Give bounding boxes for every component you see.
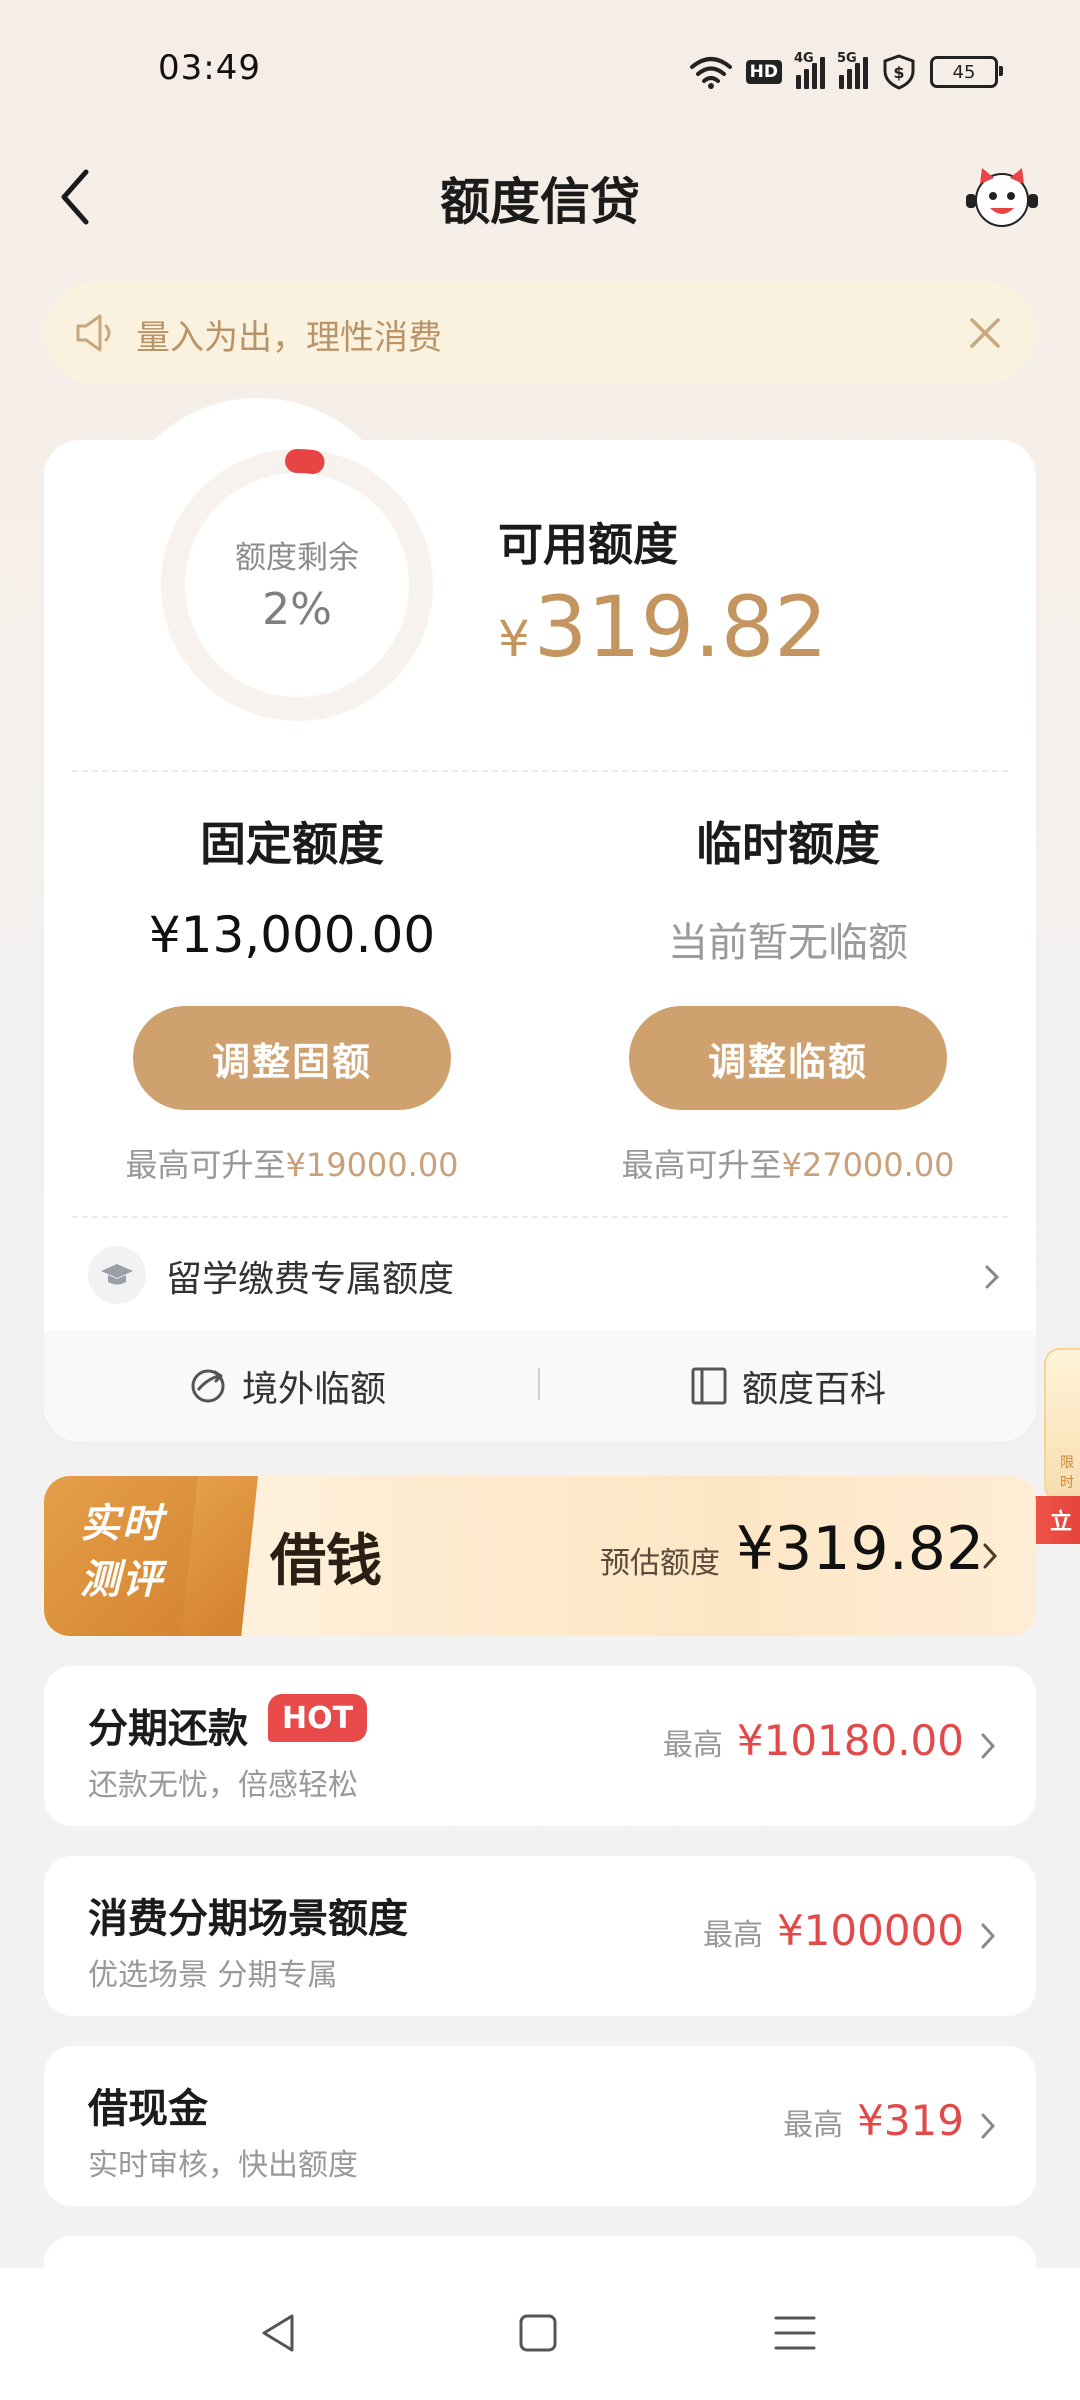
- status-icons: HD 4G 5G $ 45: [689, 50, 1003, 94]
- graduation-cap-icon: [88, 1246, 146, 1304]
- study-abroad-row[interactable]: 留学缴费专属额度: [44, 1228, 1036, 1324]
- chevron-right-icon: [981, 1733, 996, 1759]
- list-item-amount: 最高 ¥319: [783, 2096, 964, 2145]
- list-item-amount: 最高 ¥10180.00: [662, 1716, 964, 1765]
- list-item-installment-repay[interactable]: 分期还款 HOT 还款无忧，倍感轻松 最高 ¥10180.00: [44, 1666, 1036, 1826]
- adjust-fixed-button[interactable]: 调整固额: [133, 1006, 451, 1110]
- speaker-icon: [76, 314, 111, 352]
- signal-4g-icon: 4G: [794, 51, 825, 89]
- chevron-right-icon: [985, 1265, 1000, 1289]
- battery-icon: 45: [930, 56, 1003, 88]
- list-item-subtitle: 优选场景 分期专属: [88, 1958, 338, 1993]
- chevron-right-icon: [981, 1923, 996, 1949]
- divider: [72, 770, 1008, 772]
- notice-bar: 量入为出，理性消费: [44, 282, 1036, 384]
- side-promo-text: 限时: [1060, 1455, 1074, 1491]
- list-item-subtitle: 实时审核，快出额度: [88, 2148, 358, 2183]
- nav-back-icon[interactable]: [254, 2308, 304, 2358]
- fixed-title: 固定额度: [200, 817, 384, 871]
- adjust-temp-button[interactable]: 调整临额: [629, 1006, 947, 1110]
- list-item-title: 借现金: [88, 2086, 208, 2132]
- close-icon[interactable]: [968, 316, 1002, 350]
- list-item-cash-loan[interactable]: 借现金 实时审核，快出额度 最高 ¥319: [44, 2046, 1036, 2206]
- available-label: 可用额度: [498, 518, 679, 571]
- chevron-right-icon: [983, 1543, 998, 1569]
- temp-title: 临时额度: [696, 817, 880, 871]
- borrow-banner[interactable]: 实时 测评 借钱 预估额度 ¥319.82: [44, 1476, 1036, 1636]
- system-nav-bar: [0, 2268, 1080, 2400]
- fixed-amount: ¥13,000.00: [148, 906, 436, 964]
- temp-max-note: 最高可升至¥27000.00: [621, 1146, 955, 1184]
- ring-value: 2%: [262, 584, 332, 635]
- credit-wiki-link[interactable]: 额度百科: [690, 1360, 886, 1412]
- overseas-temp-link[interactable]: 境外临额: [188, 1360, 386, 1412]
- nav-menu-icon[interactable]: [770, 2308, 820, 2358]
- borrow-title: 借钱: [270, 1528, 382, 1594]
- footer-divider: [538, 1368, 540, 1400]
- realtime-eval-text: 实时 测评: [80, 1501, 164, 1603]
- study-abroad-label: 留学缴费专属额度: [166, 1259, 455, 1300]
- currency-symbol: ¥: [498, 610, 530, 668]
- ring-label: 额度剩余: [235, 540, 359, 576]
- divider: [72, 1216, 1008, 1218]
- hd-icon: HD: [745, 60, 782, 84]
- notice-text: 量入为出，理性消费: [136, 318, 442, 358]
- credit-card-footer: 境外临额 额度百科: [44, 1330, 1036, 1442]
- list-item-subtitle: 还款无忧，倍感轻松: [88, 1768, 358, 1803]
- globe-arrow-icon: [191, 1369, 225, 1403]
- remaining-arc: [285, 449, 325, 474]
- hot-badge: HOT: [268, 1694, 368, 1742]
- available-number: 319.82: [533, 578, 828, 676]
- mascot-icon[interactable]: [966, 164, 1038, 230]
- list-item-title: 消费分期场景额度: [88, 1896, 408, 1942]
- shield-dollar-icon: $: [883, 54, 915, 90]
- chevron-right-icon: [981, 2113, 996, 2139]
- estimated-amount: ¥319.82: [736, 1514, 985, 1584]
- list-item-amount: 最高 ¥100000: [702, 1906, 964, 1955]
- wifi-icon: [689, 57, 732, 89]
- nav-home-icon[interactable]: [513, 2308, 563, 2358]
- book-icon: [691, 1367, 727, 1405]
- page-title: 额度信贷: [440, 173, 640, 231]
- available-amount: ¥319.82: [498, 578, 828, 676]
- signal-5g-icon: 5G: [837, 51, 868, 89]
- fixed-max-note: 最高可升至¥19000.00: [125, 1146, 459, 1184]
- list-item-title: 分期还款: [88, 1706, 248, 1752]
- svg-text:$: $: [893, 63, 904, 82]
- list-item-consumer-installment[interactable]: 消费分期场景额度 优选场景 分期专属 最高 ¥100000: [44, 1856, 1036, 2016]
- temp-status: 当前暂无临额: [668, 920, 908, 966]
- estimated-label: 预估额度: [600, 1546, 720, 1581]
- status-time: 03:49: [158, 48, 261, 88]
